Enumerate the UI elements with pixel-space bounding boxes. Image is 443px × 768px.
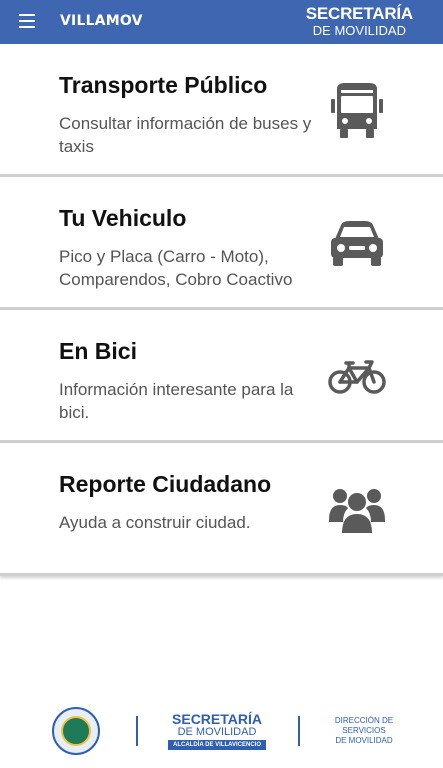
footer-divider — [298, 716, 300, 746]
card-description: Pico y Placa (Carro - Moto), Comparendos… — [59, 247, 293, 289]
card-description: Ayuda a construir ciudad. — [59, 513, 251, 532]
footer-dir-line3: DE MOVILIDAD — [335, 736, 393, 745]
footer-brand-line1: SECRETARÍA — [172, 711, 262, 727]
card-title: Reporte Ciudadano — [59, 471, 272, 497]
card-title: Transporte Público — [59, 72, 268, 98]
bicycle-icon — [326, 346, 388, 408]
footer-brand-line2: DE MOVILIDAD — [177, 726, 257, 738]
brand-line1: SECRETARÍA — [305, 4, 413, 23]
footer-direccion-logo: DIRECCIÓN DE SERVICIOS DE MOVILIDAD — [329, 716, 399, 746]
footer-dir-line2: SERVICIOS — [342, 726, 386, 735]
card-tu-vehiculo[interactable]: Tu Vehiculo Pico y Placa (Carro - Moto),… — [0, 177, 443, 310]
footer-brand-line3: ALCALDÍA DE VILLAVICENCIO — [168, 740, 266, 750]
menu-icon[interactable] — [19, 14, 35, 28]
brand-line2: DE MOVILIDAD — [312, 23, 406, 38]
app-bar: VILLAMOV SECRETARÍA DE MOVILIDAD — [0, 0, 443, 44]
car-icon — [326, 213, 388, 275]
footer-dir-line1: DIRECCIÓN DE — [334, 716, 394, 725]
bus-icon — [326, 80, 388, 142]
footer: SECRETARÍA DE MOVILIDAD ALCALDÍA DE VILL… — [0, 690, 443, 768]
card-title: Tu Vehiculo — [59, 205, 187, 231]
users-icon — [326, 479, 388, 541]
menu-list: Transporte Público Consultar información… — [0, 44, 443, 576]
card-description: Consultar información de buses y taxis — [59, 114, 312, 156]
app-title: VILLAMOV — [60, 13, 143, 29]
card-en-bici[interactable]: En Bici Información interesante para la … — [0, 310, 443, 443]
card-reporte-ciudadano[interactable]: Reporte Ciudadano Ayuda a construir ciud… — [0, 443, 443, 576]
footer-divider — [136, 716, 138, 746]
card-transporte-publico[interactable]: Transporte Público Consultar información… — [0, 44, 443, 177]
secretaria-logo: SECRETARÍA DE MOVILIDAD — [306, 5, 413, 37]
city-seal-logo — [52, 707, 100, 755]
card-title: En Bici — [59, 338, 137, 364]
footer-secretaria-logo: SECRETARÍA DE MOVILIDAD ALCALDÍA DE VILL… — [168, 712, 266, 750]
card-description: Información interesante para la bici. — [59, 380, 294, 422]
